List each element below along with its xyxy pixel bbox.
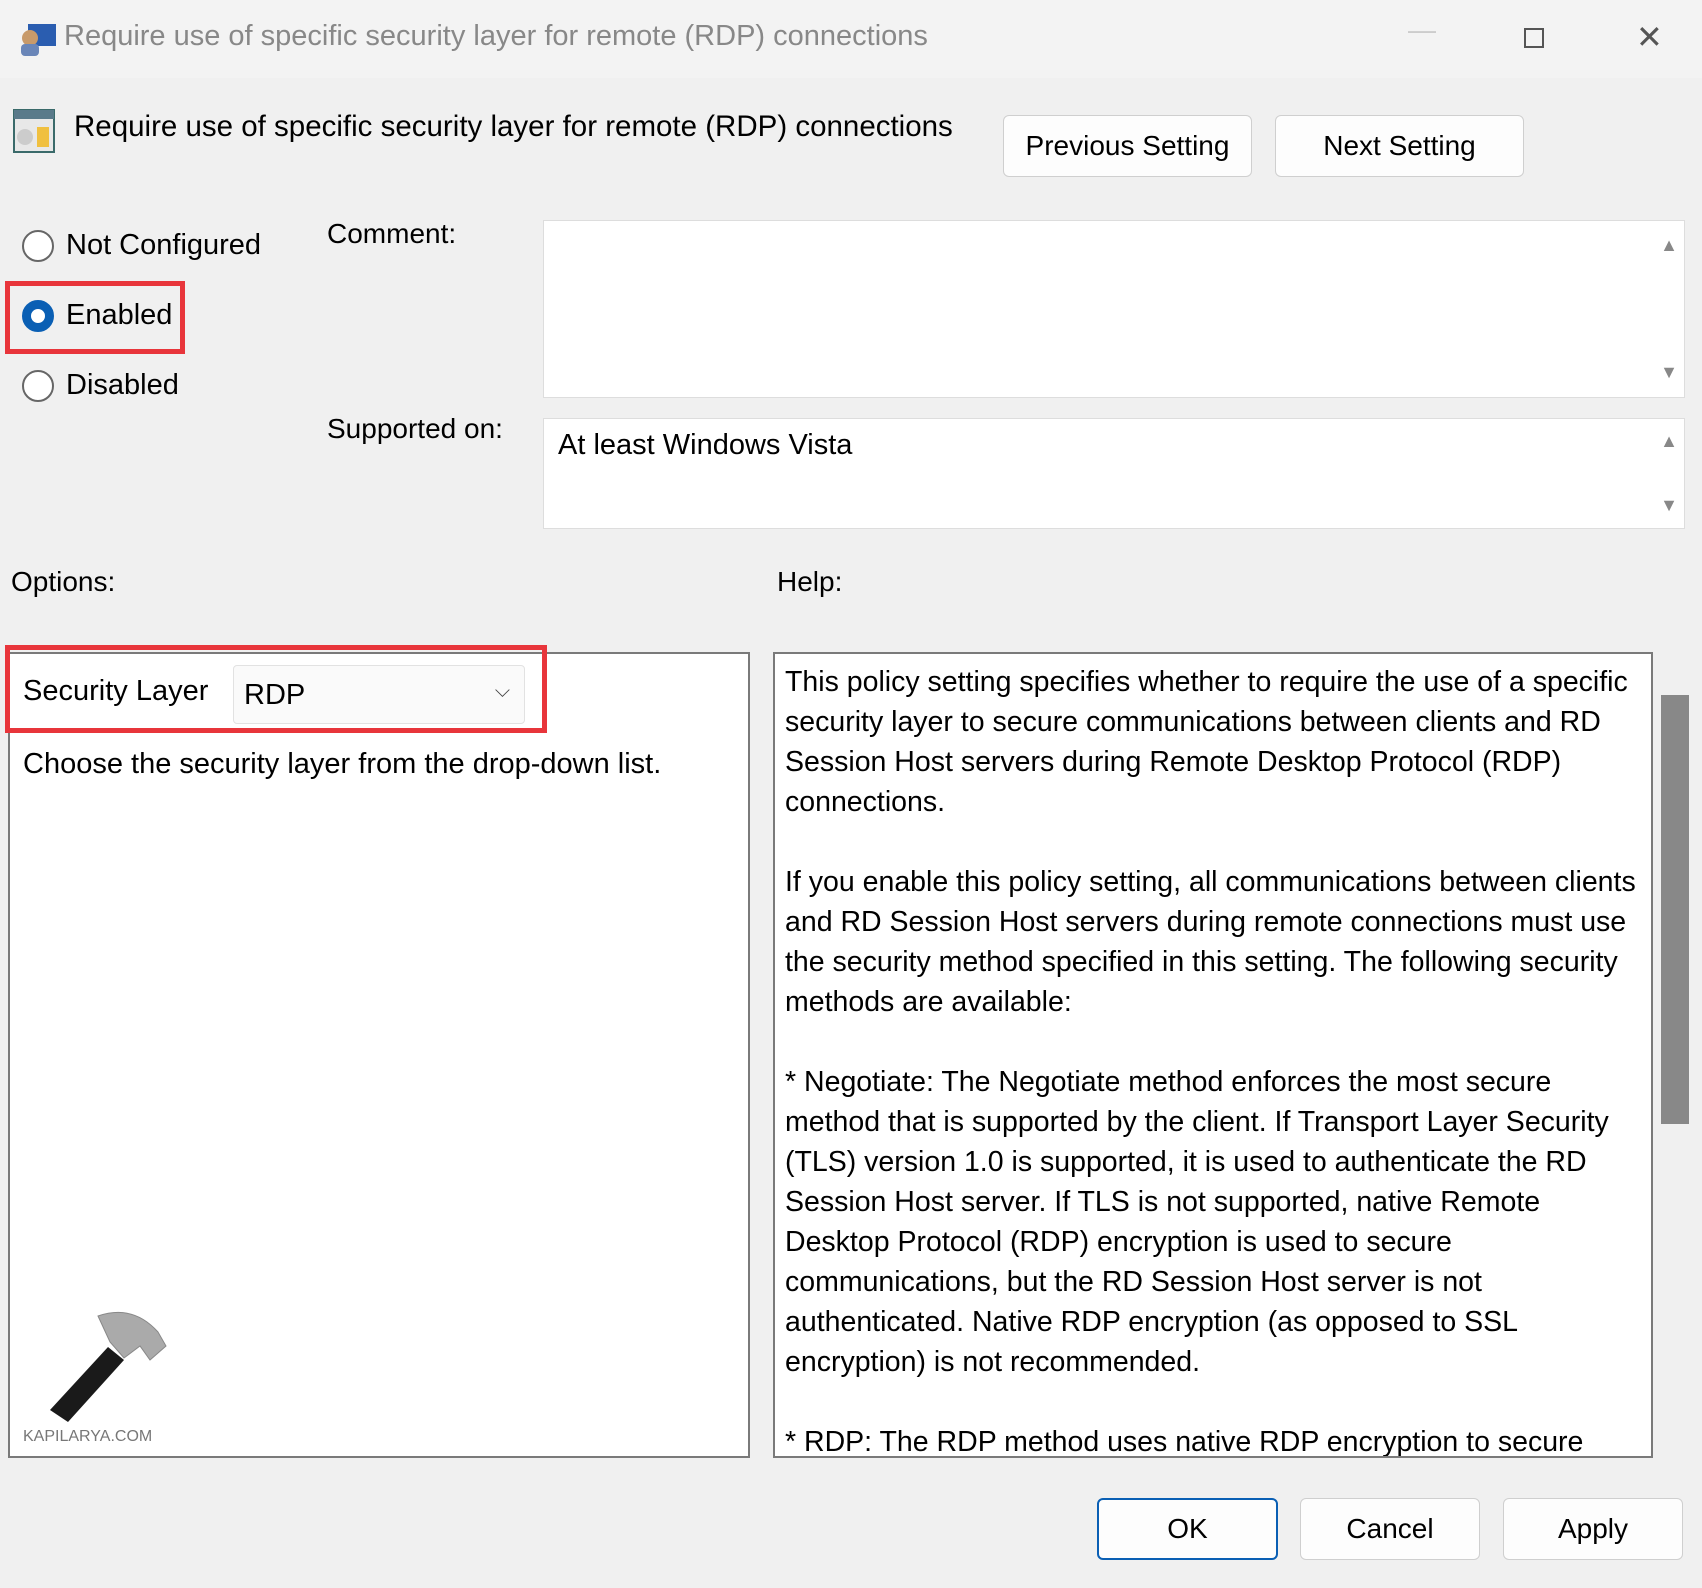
- help-paragraph: If you enable this policy setting, all c…: [785, 866, 1636, 1018]
- comment-input[interactable]: ▲ ▼: [543, 220, 1685, 398]
- minimize-icon[interactable]: —: [1408, 14, 1436, 46]
- radio-disabled[interactable]: Disabled: [22, 369, 179, 402]
- help-paragraph: * Negotiate: The Negotiate method enforc…: [785, 1066, 1609, 1378]
- window-title: Require use of specific security layer f…: [64, 20, 928, 52]
- policy-title: Require use of specific security layer f…: [74, 110, 953, 143]
- radio-circle[interactable]: [22, 229, 54, 262]
- policy-setting-icon: [13, 109, 55, 153]
- radio-circle[interactable]: [22, 369, 54, 402]
- app-icon: [21, 24, 56, 56]
- previous-setting-button[interactable]: Previous Setting: [1003, 115, 1252, 177]
- comment-label: Comment:: [327, 218, 457, 249]
- apply-button[interactable]: Apply: [1503, 1498, 1683, 1560]
- highlight-box: [5, 645, 547, 733]
- radio-label: Disabled: [66, 369, 179, 401]
- help-paragraph: This policy setting specifies whether to…: [785, 666, 1628, 818]
- radio-label: Not Configured: [66, 229, 262, 261]
- watermark-text: KAPILARYA.COM: [23, 1428, 153, 1445]
- help-text-panel: This policy setting specifies whether to…: [773, 652, 1653, 1458]
- radio-not-configured[interactable]: Not Configured: [22, 229, 261, 262]
- next-setting-button[interactable]: Next Setting: [1275, 115, 1524, 177]
- supported-on-value: At least Windows Vista: [558, 429, 853, 461]
- highlight-box: [5, 281, 185, 354]
- options-description: Choose the security layer from the drop-…: [23, 748, 662, 780]
- help-label: Help:: [777, 566, 843, 597]
- supported-on-field: At least Windows Vista ▲ ▼: [543, 418, 1685, 529]
- close-icon[interactable]: ✕: [1636, 18, 1663, 56]
- help-scrollbar-thumb[interactable]: [1661, 695, 1689, 1124]
- scroll-up-icon[interactable]: ▲: [1660, 235, 1678, 256]
- options-label: Options:: [11, 566, 116, 597]
- supported-on-label: Supported on:: [327, 413, 503, 444]
- ok-button[interactable]: OK: [1097, 1498, 1278, 1560]
- cancel-button[interactable]: Cancel: [1300, 1498, 1480, 1560]
- maximize-icon[interactable]: [1524, 28, 1544, 48]
- options-panel: Security Layer RDP ⌵ Choose the security…: [8, 652, 750, 1458]
- help-paragraph: * RDP: The RDP method uses native RDP en…: [785, 1426, 1584, 1458]
- scroll-down-icon[interactable]: ▼: [1660, 495, 1678, 516]
- scroll-down-icon[interactable]: ▼: [1660, 362, 1678, 383]
- hammer-logo: [50, 1311, 167, 1422]
- scroll-up-icon[interactable]: ▲: [1660, 431, 1678, 452]
